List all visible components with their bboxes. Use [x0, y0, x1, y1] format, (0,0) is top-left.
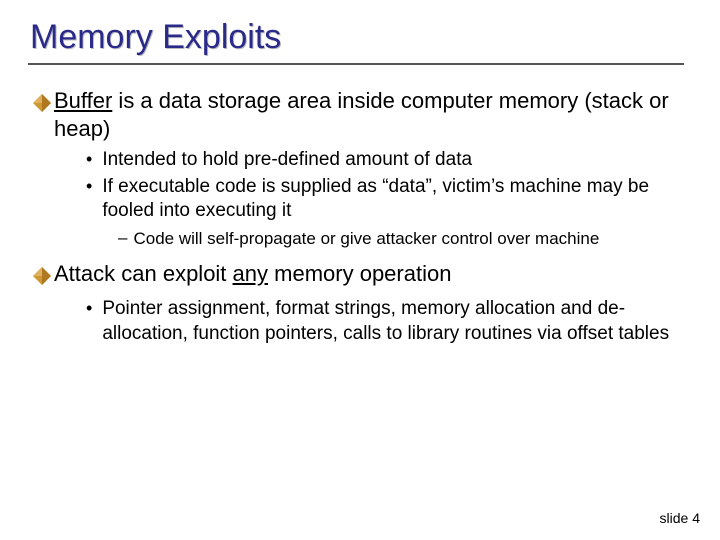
- bullet-text: Buffer is a data storage area inside com…: [54, 87, 690, 142]
- sub-sub-text: Code will self-propagate or give attacke…: [133, 228, 599, 250]
- dot-icon: •: [86, 297, 92, 320]
- bullet-pre: Attack can exploit: [54, 261, 233, 286]
- bullet-row: Buffer is a data storage area inside com…: [32, 87, 690, 142]
- sub-sub-list: – Code will self-propagate or give attac…: [118, 228, 690, 250]
- slide: Memory Exploits Buffer is a data storage…: [0, 0, 720, 347]
- underlined-word: Buffer: [54, 88, 112, 113]
- sub-bullet: • If executable code is supplied as “dat…: [86, 175, 690, 224]
- bullet-rest: is a data storage area inside computer m…: [54, 88, 669, 141]
- diamond-bullet-icon: [32, 93, 52, 118]
- slide-title: Memory Exploits: [30, 18, 690, 57]
- sub-text: If executable code is supplied as “data”…: [102, 175, 690, 224]
- bullet-text: Attack can exploit any memory operation: [54, 260, 451, 288]
- slide-number: slide 4: [660, 510, 700, 526]
- sub-bullet: • Intended to hold pre-defined amount of…: [86, 148, 690, 173]
- title-rule: [28, 63, 684, 65]
- bullet-post: memory operation: [268, 261, 451, 286]
- underlined-word: any: [233, 261, 268, 286]
- sub-list: • Intended to hold pre-defined amount of…: [86, 148, 690, 224]
- sub-bullet: • Pointer assignment, format strings, me…: [86, 297, 690, 346]
- dash-icon: –: [118, 228, 127, 248]
- sub-sub-bullet: – Code will self-propagate or give attac…: [118, 228, 690, 250]
- sub-text: Intended to hold pre-defined amount of d…: [102, 148, 472, 173]
- dot-icon: •: [86, 175, 92, 198]
- bullet-row: Attack can exploit any memory operation: [32, 260, 690, 291]
- bullet-buffer: Buffer is a data storage area inside com…: [32, 87, 690, 250]
- sub-text: Pointer assignment, format strings, memo…: [102, 297, 690, 346]
- diamond-bullet-icon: [32, 266, 52, 291]
- dot-icon: •: [86, 148, 92, 171]
- sub-list: • Pointer assignment, format strings, me…: [86, 297, 690, 346]
- bullet-attack: Attack can exploit any memory operation …: [32, 260, 690, 346]
